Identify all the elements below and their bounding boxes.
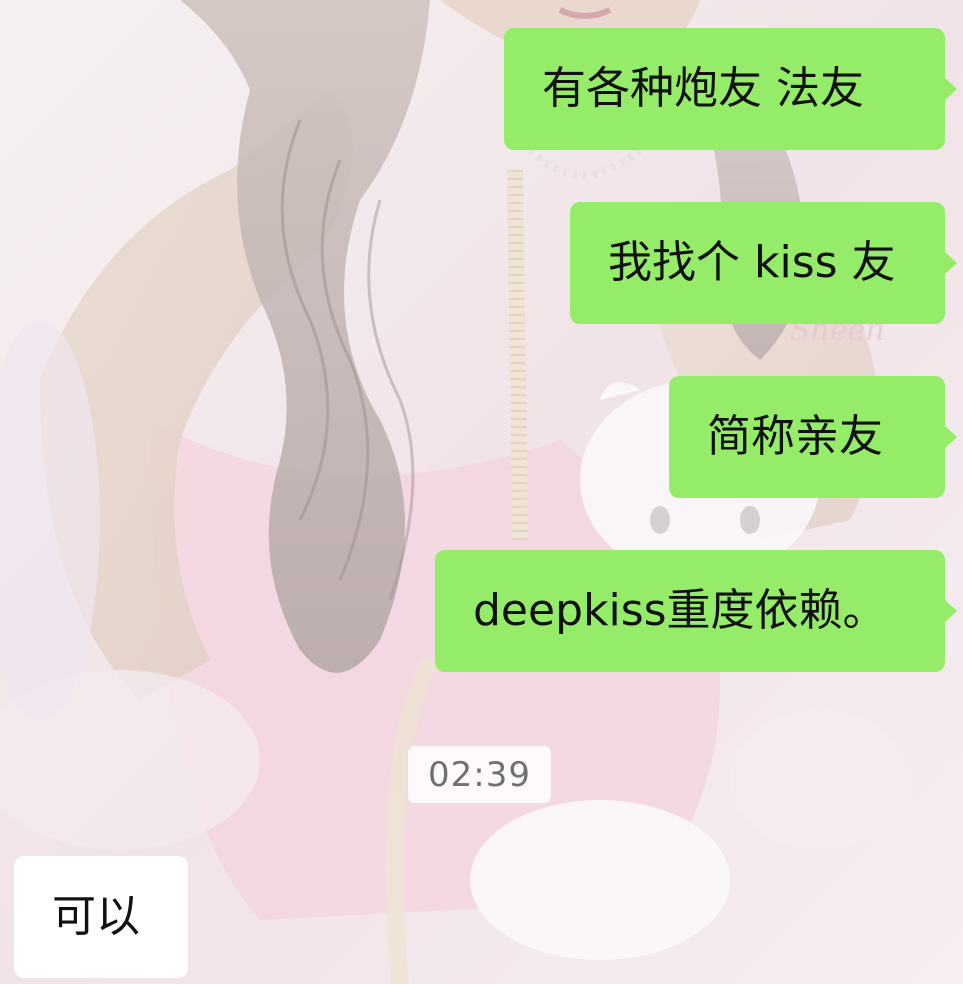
- outgoing-message-bubble[interactable]: 简称亲友: [669, 376, 957, 498]
- incoming-message-bubble[interactable]: 可以: [14, 856, 188, 978]
- outgoing-message-bubble[interactable]: 有各种炮友 法友: [504, 28, 957, 150]
- message-text: deepkiss重度依赖。: [473, 585, 887, 636]
- message-text: 简称亲友: [707, 411, 883, 462]
- message-text: 有各种炮友 法友: [542, 63, 864, 114]
- outgoing-message-bubble[interactable]: deepkiss重度依赖。: [435, 550, 957, 672]
- outgoing-message-bubble[interactable]: 我找个 kiss 友: [570, 202, 957, 324]
- message-text: 我找个 kiss 友: [608, 237, 896, 288]
- message-timestamp: 02:39: [407, 745, 552, 804]
- message-text: 可以: [52, 891, 140, 942]
